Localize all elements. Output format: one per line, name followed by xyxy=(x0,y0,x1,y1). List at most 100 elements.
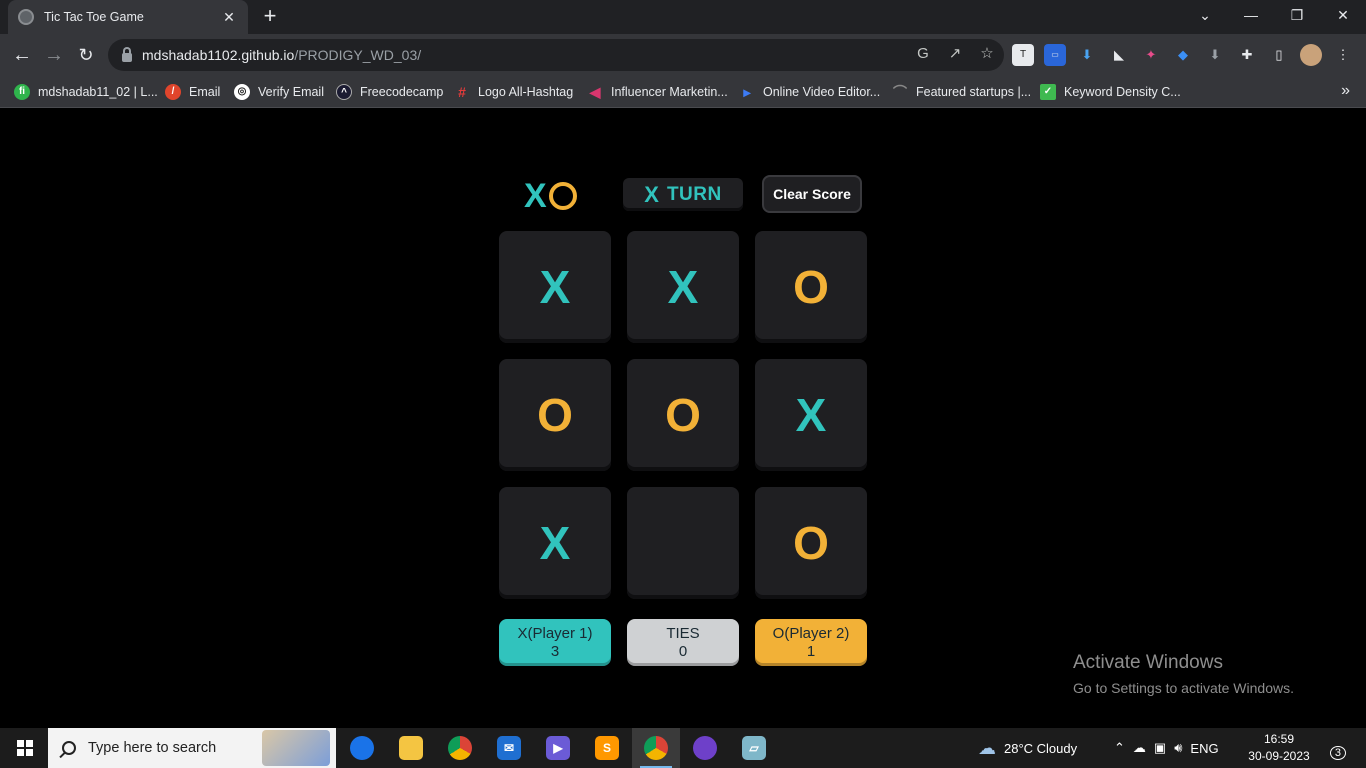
extension-icon[interactable]: ◣ xyxy=(1108,44,1130,66)
volume-icon[interactable]: 🔊︎ xyxy=(1174,740,1182,756)
bookmark-star-icon[interactable]: ☆ xyxy=(978,45,996,63)
cloud-icon: ☁ xyxy=(978,737,996,758)
board-cell[interactable]: O xyxy=(499,359,611,471)
taskbar-app-notes[interactable]: ▱ xyxy=(730,728,778,768)
hashtag-icon: # xyxy=(458,84,466,100)
bookmark-label: Freecodecamp xyxy=(360,85,444,99)
lock-icon[interactable] xyxy=(122,46,132,62)
notification-center-icon[interactable]: 3 xyxy=(1320,736,1346,760)
cell-mark: X xyxy=(539,261,571,313)
tab-close-icon[interactable]: ✕ xyxy=(220,9,238,26)
menu-kebab-icon[interactable]: ⋮ xyxy=(1332,44,1354,66)
forward-arrow-icon[interactable]: → xyxy=(41,42,67,68)
bookmark-item[interactable]: ⌒ Featured startups |... xyxy=(892,82,1031,102)
bookmark-item[interactable]: # Logo All-Hashtag xyxy=(454,82,573,102)
score-value: 3 xyxy=(550,642,560,660)
reload-icon[interactable]: ↻ xyxy=(73,42,99,68)
color-extension-icon[interactable]: ✦ xyxy=(1140,44,1162,66)
taskbar-app-sublime[interactable]: S xyxy=(583,728,631,768)
score-player-o: O(Player 2) 1 xyxy=(755,619,867,666)
taskbar-app-edge[interactable] xyxy=(338,728,386,768)
weather-widget[interactable]: ☁ 28°C Cloudy xyxy=(978,728,1077,768)
cell-mark: X xyxy=(667,261,699,313)
camera-icon[interactable]: ▣ xyxy=(1154,740,1166,756)
board-cell[interactable]: O xyxy=(755,487,867,599)
turn-indicator: X TURN xyxy=(623,178,743,211)
board-cell[interactable]: X xyxy=(499,487,611,599)
cell-mark: X xyxy=(539,517,571,569)
tray-overflow-icon[interactable]: ⌃ xyxy=(1114,740,1125,756)
bookmark-label: Influencer Marketin... xyxy=(611,85,728,99)
bookmark-favicon-icon: ^ xyxy=(336,84,352,100)
back-arrow-icon[interactable]: ← xyxy=(9,42,35,68)
board-cell[interactable]: O xyxy=(627,359,739,471)
bookmark-favicon-icon: ▸ xyxy=(743,84,751,100)
score-value: 1 xyxy=(806,642,816,660)
taskbar-app-chrome-active[interactable] xyxy=(632,728,680,768)
bookmark-item[interactable]: fi mdshadab11_02 | L... xyxy=(14,82,158,102)
checkmark-icon: ✓ xyxy=(1040,84,1056,100)
taskbar-search-box[interactable]: Type here to search xyxy=(48,728,336,768)
github-icon xyxy=(693,736,717,760)
address-bar[interactable]: mdshadab1102.github.io/PRODIGY_WD_03/ G … xyxy=(108,39,1004,71)
bookmark-label: mdshadab11_02 | L... xyxy=(38,85,158,99)
video-app-icon: ▶ xyxy=(546,736,570,760)
google-lens-icon[interactable]: G xyxy=(914,45,932,63)
network-icon[interactable]: ☁ xyxy=(1133,740,1146,756)
clock-date: 30-09-2023 xyxy=(1248,749,1310,763)
board-cell[interactable]: X xyxy=(499,231,611,343)
minimize-button[interactable]: — xyxy=(1228,0,1274,34)
clear-score-button[interactable]: Clear Score xyxy=(762,175,862,213)
board-cell[interactable]: X xyxy=(627,231,739,343)
score-label: X(Player 1) xyxy=(517,624,593,642)
system-clock[interactable]: 16:59 30-09-2023 xyxy=(1246,731,1312,765)
bookmark-item[interactable]: ◎ Verify Email xyxy=(234,82,324,102)
language-indicator[interactable]: ENG xyxy=(1190,741,1218,756)
bookmark-label: Keyword Density C... xyxy=(1064,85,1181,99)
browser-toolbar: ← → ↻ mdshadab1102.github.io/PRODIGY_WD_… xyxy=(0,34,1366,76)
bookmark-item[interactable]: ^ Freecodecamp xyxy=(336,82,443,102)
taskbar-app-github[interactable] xyxy=(681,728,729,768)
bookmark-item[interactable]: ▸ Online Video Editor... xyxy=(739,82,880,102)
taskbar-app-mail[interactable]: ✉ xyxy=(485,728,533,768)
clock-time: 16:59 xyxy=(1263,732,1295,746)
share-icon[interactable]: ↗ xyxy=(946,45,964,63)
taskbar-app-clipchamp[interactable]: ▶ xyxy=(534,728,582,768)
new-tab-button[interactable]: + xyxy=(258,4,282,28)
activate-windows-watermark: Activate Windows Go to Settings to activ… xyxy=(1073,652,1294,696)
tab-title: Tic Tac Toe Game xyxy=(44,10,144,24)
globe-icon xyxy=(18,9,34,25)
logo-o-icon xyxy=(548,182,577,210)
bookmark-label: Logo All-Hashtag xyxy=(478,85,574,99)
taskbar-app-explorer[interactable] xyxy=(387,728,435,768)
board-cell[interactable]: O xyxy=(755,231,867,343)
extension-icon[interactable]: T xyxy=(1012,44,1034,66)
download-icon[interactable]: ⬇ xyxy=(1204,44,1226,66)
bookmark-item[interactable]: / Email xyxy=(165,82,220,102)
start-button[interactable] xyxy=(0,728,48,768)
close-window-button[interactable]: ✕ xyxy=(1320,0,1366,34)
score-player-x: X(Player 1) 3 xyxy=(499,619,611,666)
extension-icon[interactable]: ◆ xyxy=(1172,44,1194,66)
profile-avatar[interactable] xyxy=(1300,44,1322,66)
weather-text: 28°C Cloudy xyxy=(1004,740,1078,756)
download-extension-icon[interactable]: ⬇ xyxy=(1076,44,1098,66)
browser-tab[interactable]: Tic Tac Toe Game ✕ xyxy=(8,0,248,34)
bookmark-item[interactable]: ◀ Influencer Marketin... xyxy=(587,82,728,102)
browser-app-icon xyxy=(350,736,374,760)
board-cell[interactable] xyxy=(627,487,739,599)
bookmark-favicon-icon: ⌒ xyxy=(893,84,907,100)
bookmark-label: Email xyxy=(189,85,221,99)
bookmark-favicon-icon: ◀ xyxy=(589,84,601,100)
restore-button[interactable]: ❐ xyxy=(1274,0,1320,34)
side-panel-icon[interactable]: ▯ xyxy=(1268,44,1290,66)
tab-search-icon[interactable]: ⌄ xyxy=(1182,0,1228,34)
copy-extension-icon[interactable]: ▭ xyxy=(1044,44,1066,66)
puzzle-extensions-icon[interactable]: ✚ xyxy=(1236,44,1258,66)
bookmark-item[interactable]: ✓ Keyword Density C... xyxy=(1040,82,1181,102)
bookmarks-overflow-icon[interactable]: » xyxy=(1341,82,1350,100)
taskbar-app-chrome[interactable] xyxy=(436,728,484,768)
board-cell[interactable]: X xyxy=(755,359,867,471)
mail-icon: ✉ xyxy=(497,736,521,760)
logo-x: X xyxy=(524,177,547,215)
